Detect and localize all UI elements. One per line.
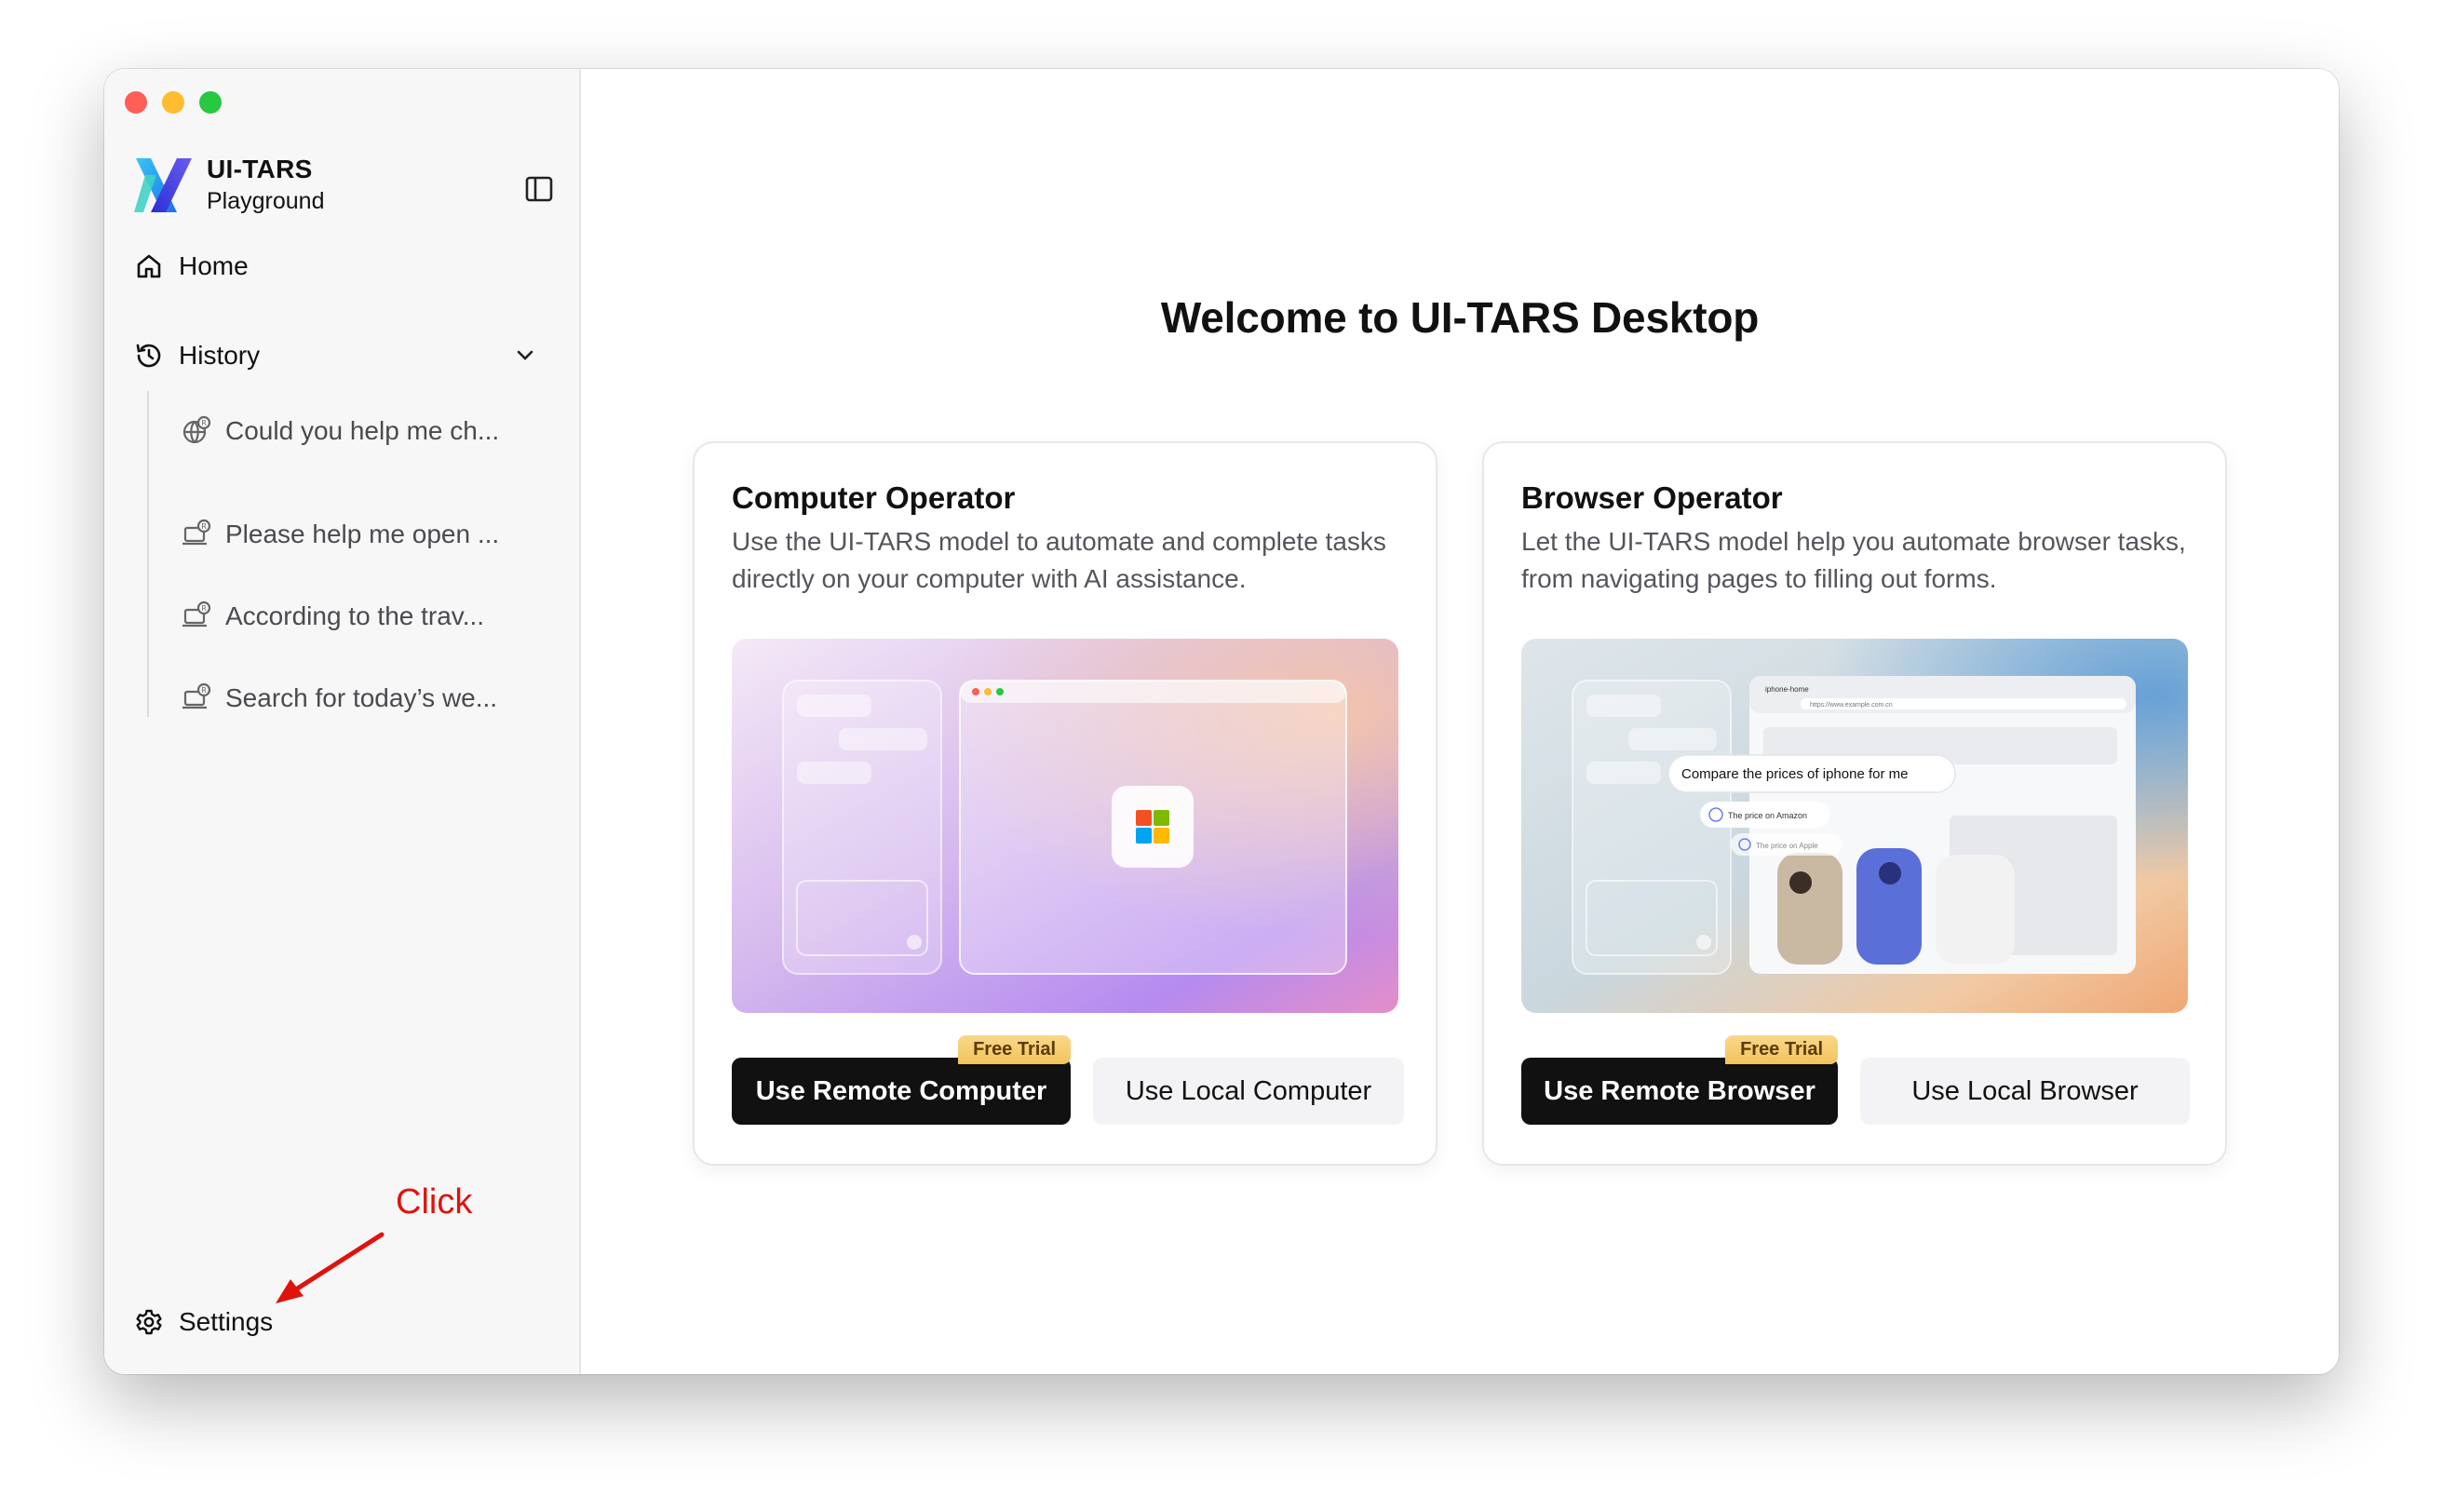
- brand: UI-TARS Playground: [134, 155, 324, 215]
- use-remote-browser-button[interactable]: Use Remote Browser Free Trial: [1521, 1035, 1838, 1125]
- button-label: Use Remote Computer: [755, 1075, 1047, 1106]
- computer-task-icon: R: [182, 682, 211, 709]
- maximize-window-button[interactable]: [199, 91, 222, 114]
- history-item-label: Search for today’s we...: [225, 683, 498, 712]
- sidebar-item-home[interactable]: Home: [134, 251, 249, 281]
- app-title: UI-TARS: [207, 155, 313, 183]
- window-controls: [125, 91, 222, 114]
- svg-text:R: R: [201, 419, 207, 427]
- use-local-browser-button[interactable]: Use Local Browser: [1860, 1058, 2190, 1125]
- sidebar-item-label: History: [179, 341, 261, 370]
- card-description: Use the UI-TARS model to automate and co…: [732, 527, 1386, 593]
- sidebar-item-label: Home: [179, 251, 249, 280]
- annotation-label: Click: [396, 1182, 473, 1222]
- history-item-label: According to the trav...: [225, 601, 485, 630]
- free-trial-badge: Free Trial: [958, 1035, 1071, 1064]
- use-local-computer-button[interactable]: Use Local Computer: [1093, 1058, 1404, 1125]
- browser-operator-illustration: iphone-home https://www.example.com.cn C…: [1521, 639, 2188, 1013]
- sidebar-item-label: Settings: [179, 1307, 274, 1336]
- close-window-button[interactable]: [125, 91, 147, 114]
- free-trial-badge: Free Trial: [1725, 1035, 1838, 1064]
- computer-task-icon: R: [182, 601, 211, 628]
- svg-text:R: R: [201, 522, 207, 531]
- sidebar-item-history[interactable]: History: [134, 341, 553, 371]
- history-item-label: Could you help me ch...: [225, 416, 500, 445]
- history-tree-line: [147, 391, 149, 717]
- agent-step-2: The price on Apple: [1756, 842, 1818, 850]
- main-content: Welcome to UI-TARS Desktop Computer Oper…: [581, 69, 2339, 1374]
- minimize-window-button[interactable]: [162, 91, 184, 114]
- svg-text:R: R: [201, 604, 207, 613]
- browser-tab-title: iphone-home: [1765, 685, 1809, 694]
- home-icon: [137, 254, 161, 278]
- history-item[interactable]: R Could you help me ch...: [181, 412, 506, 451]
- sidebar-item-settings[interactable]: Settings: [134, 1307, 273, 1337]
- card-description: Let the UI-TARS model help you automate …: [1521, 527, 2186, 593]
- history-item[interactable]: R According to the trav...: [181, 575, 506, 657]
- app-subtitle: Playground: [207, 188, 325, 214]
- card-title: Computer Operator: [732, 480, 1016, 515]
- sidebar-toggle-icon[interactable]: [523, 173, 555, 205]
- agent-step-1: The price on Amazon: [1728, 811, 1807, 820]
- browser-task-icon: R: [182, 415, 211, 444]
- gear-icon: [136, 1309, 162, 1335]
- computer-task-icon: R: [182, 519, 211, 546]
- history-list: R Could you help me ch... R Please help …: [181, 412, 506, 739]
- button-label: Use Local Browser: [1911, 1075, 2139, 1106]
- history-icon: [136, 344, 161, 368]
- history-item[interactable]: R Please help me open ...: [181, 493, 506, 575]
- chevron-down-icon[interactable]: [512, 343, 538, 369]
- svg-text:R: R: [201, 686, 207, 695]
- prompt-bubble-text: Compare the prices of iphone for me: [1681, 766, 1908, 782]
- history-item-label: Please help me open ...: [225, 520, 500, 548]
- history-item[interactable]: R Search for today’s we...: [181, 657, 506, 739]
- app-logo-icon: [134, 157, 192, 212]
- sidebar: UI-TARS Playground Home History R Could …: [104, 69, 581, 1374]
- app-window: UI-TARS Playground Home History R Could …: [104, 69, 2339, 1374]
- button-label: Use Remote Browser: [1544, 1075, 1815, 1106]
- computer-operator-illustration: [732, 639, 1398, 1013]
- browser-url: https://www.example.com.cn: [1810, 702, 1893, 709]
- annotation-arrow-icon: [276, 1232, 385, 1303]
- button-label: Use Local Computer: [1125, 1075, 1372, 1106]
- computer-operator-card: Computer Operator Use the UI-TARS model …: [693, 441, 1437, 1166]
- page-title: Welcome to UI-TARS Desktop: [1160, 293, 1760, 342]
- card-title: Browser Operator: [1521, 480, 1783, 515]
- use-remote-computer-button[interactable]: Use Remote Computer Free Trial: [732, 1035, 1071, 1125]
- browser-operator-card: Browser Operator Let the UI-TARS model h…: [1482, 441, 2227, 1166]
